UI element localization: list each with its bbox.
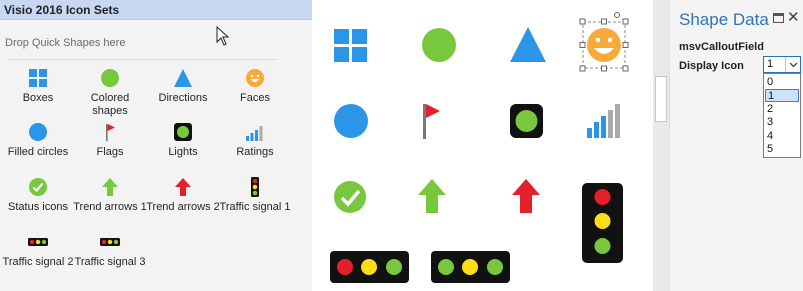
stencil-item-label: Status icons (8, 201, 68, 213)
dropdown-option[interactable]: 2 (765, 103, 799, 116)
stencil-item-label: Colored shapes (90, 92, 130, 117)
visio-window: Visio 2016 Icon Sets Drop Quick Shapes h… (0, 0, 803, 291)
field-label-callout: msvCalloutField (679, 41, 764, 53)
display-icon-select-value: 1 (767, 58, 774, 70)
colored-shapes-icon (101, 69, 119, 87)
dropdown-button[interactable] (785, 57, 800, 72)
drawing-canvas[interactable] (312, 0, 653, 291)
dropdown-option[interactable]: 3 (765, 116, 799, 129)
canvas-boxes-shape[interactable] (334, 29, 367, 62)
canvas-traffic-signal-vertical-shape[interactable] (582, 183, 623, 263)
stencil-item-label: Lights (168, 146, 198, 158)
traffic-signal-1-icon (251, 177, 259, 197)
boxes-icon (29, 69, 47, 87)
traffic-signal-3-icon (100, 238, 120, 246)
canvas-trend-arrow-red-shape[interactable] (512, 179, 540, 213)
canvas-colored-circle-shape[interactable] (422, 28, 456, 62)
vertical-scrollbar[interactable] (653, 0, 669, 291)
restore-icon[interactable] (773, 13, 784, 23)
shapes-panel: Visio 2016 Icon Sets Drop Quick Shapes h… (0, 0, 312, 291)
dropdown-option[interactable]: 0 (765, 76, 799, 89)
chevron-down-icon (789, 62, 798, 68)
stencil-item-label: Boxes (22, 92, 54, 104)
canvas-trend-arrow-green-shape[interactable] (418, 179, 446, 213)
canvas-light-shape[interactable] (510, 104, 543, 138)
canvas-filled-circle-shape[interactable] (334, 104, 368, 138)
dropdown-option[interactable]: 4 (765, 130, 799, 143)
stencil-item-label: Traffic signal 1 (219, 201, 291, 213)
stencil-item-label: Faces (240, 92, 270, 104)
stencil-item-label: Flags (96, 146, 124, 158)
close-icon[interactable]: ✕ (787, 8, 800, 26)
stencil-item-label: Directions (158, 92, 208, 104)
canvas-ratings-shape[interactable] (587, 104, 620, 138)
lights-icon (174, 123, 192, 141)
ratings-icon (246, 126, 263, 141)
canvas-traffic-signal-horizontal-shape-2[interactable] (431, 251, 510, 283)
canvas-traffic-signal-horizontal-shape-1[interactable] (330, 251, 409, 283)
pane-title: Shape Data (679, 10, 769, 29)
stencil-item-label: Traffic signal 2 (2, 256, 74, 268)
dropdown-option-selected[interactable]: 1 (765, 89, 799, 102)
status-icons-icon (29, 178, 47, 196)
trend-arrows-1-icon (102, 178, 118, 196)
scrollbar-thumb[interactable] (655, 76, 667, 122)
canvas-face-shape-selected[interactable] (579, 12, 629, 72)
canvas-drawing (330, 12, 629, 283)
canvas-status-check-shape[interactable] (334, 181, 366, 213)
directions-icon (174, 69, 192, 87)
canvas-flag-shape[interactable] (423, 104, 440, 139)
mouse-cursor-icon (216, 26, 230, 46)
quick-shapes-drop-area[interactable]: Drop Quick Shapes here (5, 37, 125, 49)
display-icon-dropdown-list: 0 1 2 3 4 5 (763, 73, 801, 158)
trend-arrows-2-icon (175, 178, 191, 196)
flags-icon (106, 124, 115, 141)
stencil-item-label: Trend arrows 2 (146, 201, 220, 213)
quick-shapes-divider (8, 59, 278, 60)
stencil-item-label: Trend arrows 1 (73, 201, 147, 213)
stencil-item-label: Traffic signal 3 (74, 256, 146, 268)
filled-circles-icon (29, 123, 47, 141)
traffic-signal-2-icon (28, 238, 48, 246)
field-label-display-icon: Display Icon (679, 60, 744, 72)
stencil-title: Visio 2016 Icon Sets (4, 3, 120, 17)
dropdown-option[interactable]: 5 (765, 143, 799, 156)
canvas-direction-triangle-shape[interactable] (510, 27, 546, 62)
stencil-header[interactable]: Visio 2016 Icon Sets (0, 0, 312, 20)
faces-icon (246, 69, 264, 87)
stencil-item-label: Ratings (236, 146, 274, 158)
stencil-item-label: Filled circles (7, 146, 69, 158)
display-icon-select[interactable]: 1 (763, 56, 801, 73)
